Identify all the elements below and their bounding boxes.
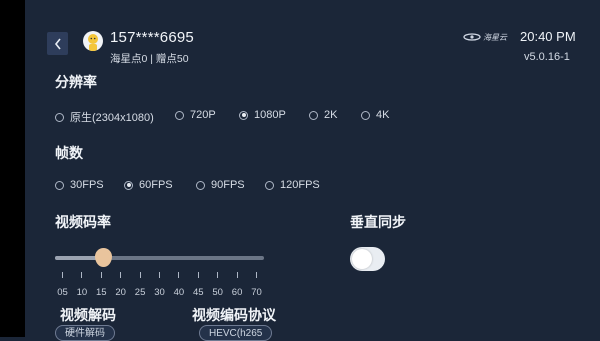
bitrate-tick-label: 60 <box>231 287 243 298</box>
fps-option-90[interactable]: 90FPS <box>196 179 245 191</box>
avatar-image <box>88 34 98 51</box>
vsync-title: 垂直同步 <box>350 214 406 230</box>
resolution-option-2k[interactable]: 2K <box>309 109 337 121</box>
bitrate-tick-label: 05 <box>57 287 68 298</box>
option-label: 120FPS <box>280 179 320 191</box>
bitrate-tick-label: 25 <box>134 287 146 298</box>
bitrate-tick <box>217 272 219 278</box>
bitrate-tick <box>62 272 63 278</box>
radio-icon <box>175 110 184 120</box>
left-black-bar <box>0 0 25 337</box>
bitrate-slider-thumb[interactable] <box>94 248 112 267</box>
option-label: 原生(2304x1080) <box>70 112 154 124</box>
brand-logo-text: 海星云 <box>483 32 507 42</box>
user-points: 海星点0 | 赠点50 <box>110 53 189 65</box>
bitrate-tick-label: 30 <box>154 287 165 298</box>
bitrate-title: 视频码率 <box>55 214 111 230</box>
user-name: 157****6695 <box>110 29 194 46</box>
radio-icon <box>196 180 205 190</box>
bitrate-tick-label: 70 <box>251 287 262 298</box>
video-encode-title: 视频编码协议 <box>192 307 276 323</box>
bitrate-tick <box>100 272 102 278</box>
option-label: 30FPS <box>70 179 104 191</box>
radio-icon <box>55 112 64 122</box>
fps-option-60[interactable]: 60FPS <box>124 179 173 191</box>
app-version: v5.0.16-1 <box>524 51 570 63</box>
radio-selected-icon <box>124 180 133 190</box>
video-encode-select[interactable]: HEVC(h265 <box>199 325 273 341</box>
radio-icon <box>309 110 318 120</box>
resolution-option-4k[interactable]: 4K <box>361 109 389 121</box>
resolution-option-1080p[interactable]: 1080P <box>239 109 286 121</box>
fps-option-30[interactable]: 30FPS <box>55 179 104 191</box>
bitrate-tick-label: 15 <box>96 287 107 298</box>
video-decode-title: 视频解码 <box>60 307 116 323</box>
bitrate-tick <box>256 272 257 278</box>
chevron-left-icon <box>54 38 61 49</box>
option-label: 2K <box>324 109 338 121</box>
bitrate-tick <box>178 272 180 278</box>
option-label: 60FPS <box>139 179 173 191</box>
vsync-toggle[interactable] <box>350 247 385 271</box>
back-button[interactable] <box>47 32 68 55</box>
radio-icon <box>265 180 274 190</box>
resolution-option-native[interactable]: 原生(2304x1080) <box>55 109 154 125</box>
bitrate-tick <box>81 272 83 278</box>
bitrate-tick <box>236 272 238 278</box>
brand-swoosh-icon <box>463 33 481 41</box>
option-label: 1080P <box>254 109 286 121</box>
radio-icon <box>361 110 370 120</box>
bitrate-tick-label: 45 <box>193 287 204 298</box>
fps-option-120[interactable]: 120FPS <box>265 179 320 191</box>
bitrate-tick <box>197 272 199 278</box>
fps-title: 帧数 <box>55 145 83 161</box>
avatar <box>83 31 103 51</box>
option-label: 4K <box>376 109 390 121</box>
bitrate-tick-label: 50 <box>212 287 223 298</box>
bitrate-tick-label: 20 <box>115 287 126 298</box>
brand-logo: 海星云 <box>463 30 507 44</box>
radio-selected-icon <box>239 110 248 120</box>
bitrate-tick <box>159 272 160 278</box>
clock-time: 20:40 PM <box>520 29 576 44</box>
option-label: 90FPS <box>211 179 245 191</box>
resolution-title: 分辨率 <box>55 74 97 90</box>
bitrate-tick-label: 10 <box>76 287 88 298</box>
bitrate-tick <box>139 272 141 278</box>
option-label: 720P <box>190 109 216 121</box>
video-decode-select[interactable]: 硬件解码 <box>55 325 115 341</box>
bitrate-tick-label: 40 <box>173 287 185 298</box>
resolution-option-720p[interactable]: 720P <box>175 109 216 121</box>
bitrate-tick <box>120 272 122 278</box>
toggle-knob <box>352 249 372 269</box>
radio-icon <box>55 180 64 190</box>
